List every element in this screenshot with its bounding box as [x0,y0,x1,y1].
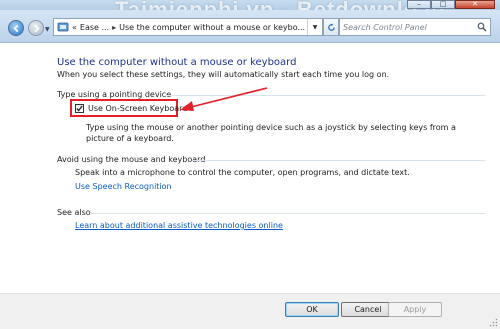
section-divider [91,213,485,214]
on-screen-keyboard-checkbox-row[interactable]: Use On-Screen Keyboard [70,99,187,117]
refresh-icon [327,22,335,31]
speech-description: Speak into a microphone to control the c… [75,168,410,177]
pointing-device-section-label: Type using a pointing device [57,90,172,99]
navigation-bar: ▼ « Ease ... ▸ Use the computer without … [0,10,500,43]
recent-pages-dropdown-icon[interactable]: ▼ [45,26,50,33]
breadcrumb-current-page[interactable]: Use the computer without a mouse or keyb… [119,23,305,32]
dialog-footer: OK Cancel Apply [0,293,500,329]
speech-section-label: Avoid using the mouse and keyboard [57,155,206,164]
forward-button[interactable] [28,20,44,36]
maximize-button[interactable]: □ [431,0,455,9]
address-dropdown-icon[interactable]: ▼ [307,19,322,35]
search-box[interactable] [339,18,491,36]
close-button[interactable]: ✕ [455,0,495,9]
title-bar: Taimienphi.vn - Betdownload – □ ✕ [0,0,500,22]
forward-arrow-icon [34,24,40,32]
breadcrumb-separator-icon[interactable]: ▸ [112,23,116,32]
minimize-button[interactable]: – [407,0,431,9]
on-screen-keyboard-description: Type using the mouse or another pointing… [86,123,456,143]
search-icon[interactable] [477,22,487,32]
red-annotation-arrow [180,87,268,111]
main-content: Use the computer without a mouse or keyb… [0,43,500,293]
assistive-technologies-link[interactable]: Learn about additional assistive technol… [75,221,283,230]
page-subtitle: When you select these settings, they wil… [57,70,390,79]
on-screen-keyboard-label[interactable]: Use On-Screen Keyboard [88,104,187,113]
breadcrumb-ease-of-access[interactable]: Ease ... [80,23,109,32]
checkmark-icon [76,104,83,112]
cancel-button[interactable]: Cancel [341,302,395,317]
see-also-label: See also [57,208,91,217]
control-panel-icon [57,22,69,32]
section-divider [193,160,485,161]
breadcrumb-chevron-icon[interactable]: « [72,23,77,32]
apply-button[interactable]: Apply [388,302,442,317]
back-arrow-icon [12,24,18,32]
on-screen-keyboard-checkbox[interactable] [75,103,84,113]
resize-grip-icon[interactable] [489,318,498,327]
ok-button[interactable]: OK [285,302,339,317]
search-input[interactable] [343,22,473,32]
window-controls: – □ ✕ [407,0,495,9]
page-title: Use the computer without a mouse or keyb… [57,57,297,68]
back-button[interactable] [8,20,24,36]
address-bar[interactable]: « Ease ... ▸ Use the computer without a … [53,18,323,36]
use-speech-recognition-link[interactable]: Use Speech Recognition [75,182,172,191]
refresh-button[interactable] [323,18,339,36]
